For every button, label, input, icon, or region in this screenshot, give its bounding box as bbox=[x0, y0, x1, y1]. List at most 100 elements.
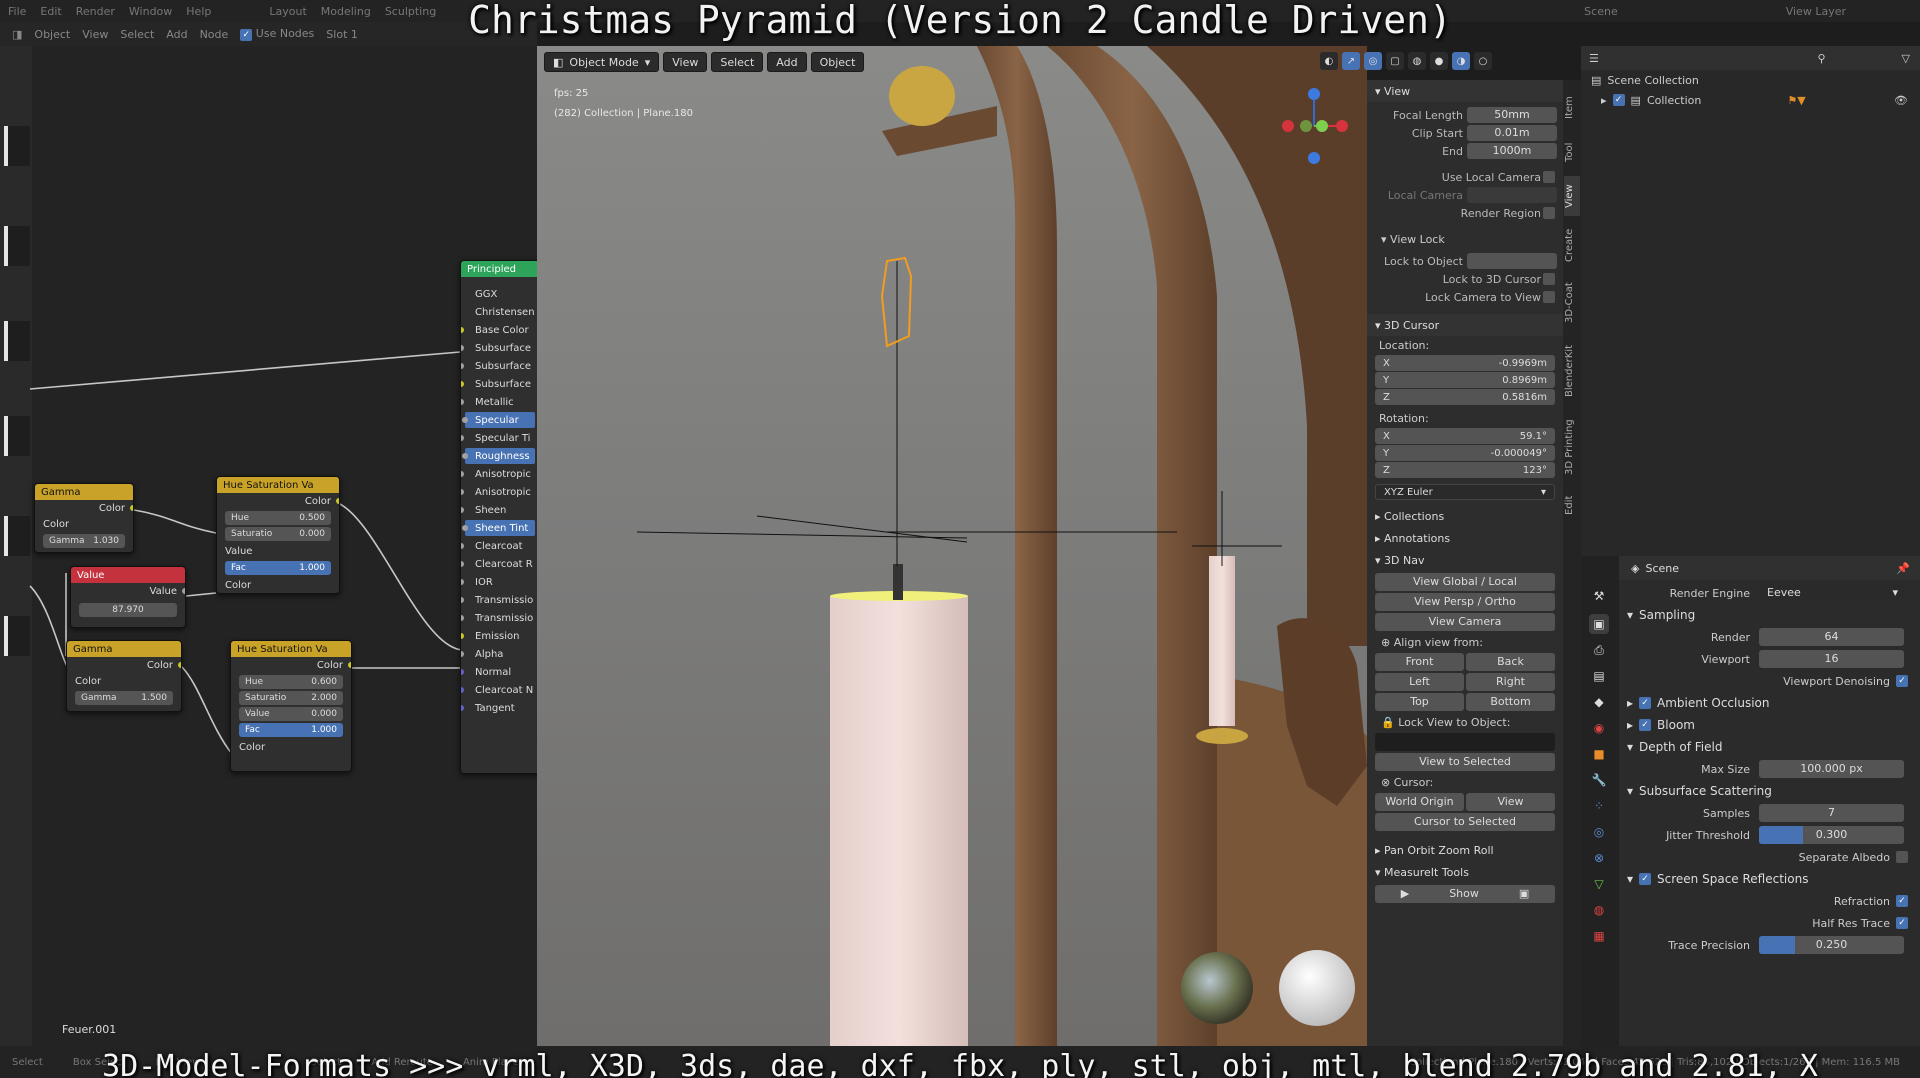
3d-cursor-panel-header[interactable]: ▾ 3D Cursor bbox=[1367, 314, 1563, 336]
visibility-icon[interactable]: ◐ bbox=[1320, 52, 1338, 70]
funnel-icon[interactable]: ▽ bbox=[1902, 52, 1910, 65]
align-right-button[interactable]: Right bbox=[1466, 673, 1555, 691]
max-size-field[interactable]: 100.000 px bbox=[1759, 760, 1904, 778]
viewport-menu-add[interactable]: Add bbox=[767, 52, 807, 72]
scene-tab-icon[interactable]: ◆ bbox=[1589, 692, 1609, 712]
mode-dropdown[interactable]: ◧ Object Mode ▾ bbox=[544, 52, 660, 72]
measureit-tools-header[interactable]: ▾ MeasureIt Tools bbox=[1367, 861, 1563, 883]
render-engine-dropdown[interactable]: Eevee ▾ bbox=[1759, 584, 1904, 602]
principled-input-row[interactable]: Normal bbox=[461, 663, 537, 681]
render-tab-icon[interactable]: ▣ bbox=[1589, 614, 1609, 634]
principled-input-row[interactable]: GGX bbox=[461, 285, 537, 303]
gamma-node-2-header[interactable]: Gamma bbox=[67, 641, 181, 657]
menu-render[interactable]: Render bbox=[76, 5, 115, 18]
principled-bsdf-node[interactable]: Principled GGX Christensen Base Color Subsu… bbox=[460, 260, 537, 774]
cursor-location-x[interactable]: X -0.9969m bbox=[1375, 355, 1555, 371]
principled-input-row[interactable]: Clearcoat R bbox=[461, 555, 537, 573]
editor-type-icon[interactable]: ◨ bbox=[12, 28, 22, 41]
physics-tab-icon[interactable]: ◎ bbox=[1589, 822, 1609, 842]
hsv2-hue-field[interactable]: Hue 0.600 bbox=[239, 675, 343, 689]
input-socket[interactable] bbox=[461, 435, 464, 441]
cursor-rotation-x[interactable]: X 59.1° bbox=[1375, 428, 1555, 444]
principled-input-row[interactable]: Specular Ti bbox=[461, 429, 537, 447]
principled-input-row[interactable]: Tangent bbox=[461, 699, 537, 717]
principled-input-row[interactable]: Specular bbox=[462, 412, 535, 428]
jitter-threshold-slider[interactable]: 0.300 bbox=[1759, 826, 1904, 844]
lock-to-object-field[interactable] bbox=[1467, 253, 1557, 269]
principled-input-row[interactable]: Subsurface bbox=[461, 375, 537, 393]
principled-input-row[interactable]: Clearcoat N bbox=[461, 681, 537, 699]
input-socket[interactable] bbox=[462, 417, 468, 423]
view-lock-subpanel-header[interactable]: ▾ View Lock bbox=[1367, 230, 1563, 248]
scene-selector[interactable]: Scene bbox=[1584, 5, 1618, 18]
principled-input-row[interactable]: Emission bbox=[461, 627, 537, 645]
render-region-checkbox[interactable] bbox=[1543, 207, 1555, 219]
clip-start-field[interactable]: 0.01m bbox=[1467, 125, 1557, 141]
cursor-rotation-y[interactable]: Y -0.000049° bbox=[1375, 445, 1555, 461]
world-tab-icon[interactable]: ◉ bbox=[1589, 718, 1609, 738]
slot-selector[interactable]: Slot 1 bbox=[326, 28, 358, 41]
collection-checkbox[interactable]: ✓ bbox=[1612, 94, 1625, 106]
gamma-node-2-gamma-field[interactable]: Gamma 1.500 bbox=[75, 691, 173, 705]
principled-node-header[interactable]: Principled bbox=[461, 261, 537, 277]
principled-input-row[interactable]: Transmissio bbox=[461, 591, 537, 609]
input-socket[interactable] bbox=[461, 543, 464, 549]
annotations-panel-header[interactable]: ▸ Annotations bbox=[1367, 527, 1563, 549]
overlays-icon[interactable]: ◎ bbox=[1364, 52, 1382, 70]
constraints-tab-icon[interactable]: ⊗ bbox=[1589, 848, 1609, 868]
local-camera-field[interactable] bbox=[1467, 187, 1557, 203]
hsv1-hue-field[interactable]: Hue 0.500 bbox=[225, 511, 331, 525]
output-tab-icon[interactable]: ⎙ bbox=[1589, 640, 1609, 660]
object-selector[interactable]: Object bbox=[34, 28, 70, 41]
principled-input-row[interactable]: Clearcoat bbox=[461, 537, 537, 555]
cursor-location-z[interactable]: Z 0.5816m bbox=[1375, 389, 1555, 405]
view-to-selected-button[interactable]: View to Selected bbox=[1375, 753, 1555, 771]
viewport-menu-object[interactable]: Object bbox=[810, 52, 865, 72]
hsv2-saturation-field[interactable]: Saturatio 2.000 bbox=[239, 691, 343, 705]
principled-input-row[interactable]: Transmissio bbox=[461, 609, 537, 627]
rendered-shading-icon[interactable]: ○ bbox=[1474, 52, 1492, 70]
clip-end-field[interactable]: 1000m bbox=[1467, 143, 1557, 159]
gizmo-toggle-icon[interactable]: ↗ bbox=[1342, 52, 1360, 70]
lock-view-object-field[interactable] bbox=[1375, 733, 1555, 751]
principled-input-row[interactable]: Sheen Tint bbox=[462, 520, 535, 536]
input-socket[interactable] bbox=[461, 471, 464, 477]
sss-samples-field[interactable]: 7 bbox=[1759, 804, 1904, 822]
solid-shading-icon[interactable]: ● bbox=[1430, 52, 1448, 70]
cursor-rotation-z[interactable]: Z 123° bbox=[1375, 462, 1555, 478]
focal-length-field[interactable]: 50mm bbox=[1467, 107, 1557, 123]
viewport-menu-view[interactable]: View bbox=[663, 52, 708, 72]
bloom-panel-header[interactable]: ▸ ✓ Bloom bbox=[1619, 714, 1920, 736]
tab-tool[interactable]: Tool bbox=[1564, 132, 1580, 172]
input-socket[interactable] bbox=[461, 651, 464, 657]
view-camera-button[interactable]: View Camera bbox=[1375, 613, 1555, 631]
outliner-editor-icon[interactable]: ☰ bbox=[1589, 52, 1599, 65]
input-socket[interactable] bbox=[461, 597, 464, 603]
eye-icon[interactable]: 👁 bbox=[1894, 94, 1908, 107]
outliner[interactable]: ☰ ⚲ ▽ ▤ Scene Collection ▸ ✓ ▤ Collection… bbox=[1581, 46, 1920, 556]
align-bottom-button[interactable]: Bottom bbox=[1466, 693, 1555, 711]
view-panel-header[interactable]: ▾ View bbox=[1367, 80, 1563, 102]
view-layer-tab-icon[interactable]: ▤ bbox=[1589, 666, 1609, 686]
separate-albedo-checkbox[interactable] bbox=[1896, 851, 1908, 863]
align-left-button[interactable]: Left bbox=[1375, 673, 1464, 691]
principled-input-row[interactable]: Alpha bbox=[461, 645, 537, 663]
align-front-button[interactable]: Front bbox=[1375, 653, 1464, 671]
input-socket[interactable] bbox=[461, 633, 464, 639]
input-socket[interactable] bbox=[462, 525, 468, 531]
pan-orbit-zoom-roll-header[interactable]: ▸ Pan Orbit Zoom Roll bbox=[1367, 839, 1563, 861]
view-global-local-button[interactable]: View Global / Local bbox=[1375, 573, 1555, 591]
depth-of-field-panel-header[interactable]: ▾ Depth of Field bbox=[1619, 736, 1920, 758]
workspace-tab-layout[interactable]: Layout bbox=[269, 5, 306, 18]
principled-input-row[interactable]: Subsurface bbox=[461, 357, 537, 375]
ambient-occlusion-panel-header[interactable]: ▸ ✓ Ambient Occlusion bbox=[1619, 692, 1920, 714]
refraction-checkbox[interactable]: ✓ bbox=[1896, 895, 1908, 907]
tab-item[interactable]: Item bbox=[1564, 88, 1580, 128]
outliner-scene-collection[interactable]: ▤ Scene Collection bbox=[1581, 70, 1920, 90]
xray-icon[interactable]: ▢ bbox=[1386, 52, 1404, 70]
wireframe-shading-icon[interactable]: ◍ bbox=[1408, 52, 1426, 70]
particles-tab-icon[interactable]: ⁘ bbox=[1589, 796, 1609, 816]
outliner-collection[interactable]: ▸ ✓ ▤ Collection ⚑▼ 👁 bbox=[1581, 90, 1920, 110]
tab-blenderkit[interactable]: BlenderKit bbox=[1564, 336, 1580, 406]
value-node-field[interactable]: 87.970 bbox=[79, 603, 177, 617]
